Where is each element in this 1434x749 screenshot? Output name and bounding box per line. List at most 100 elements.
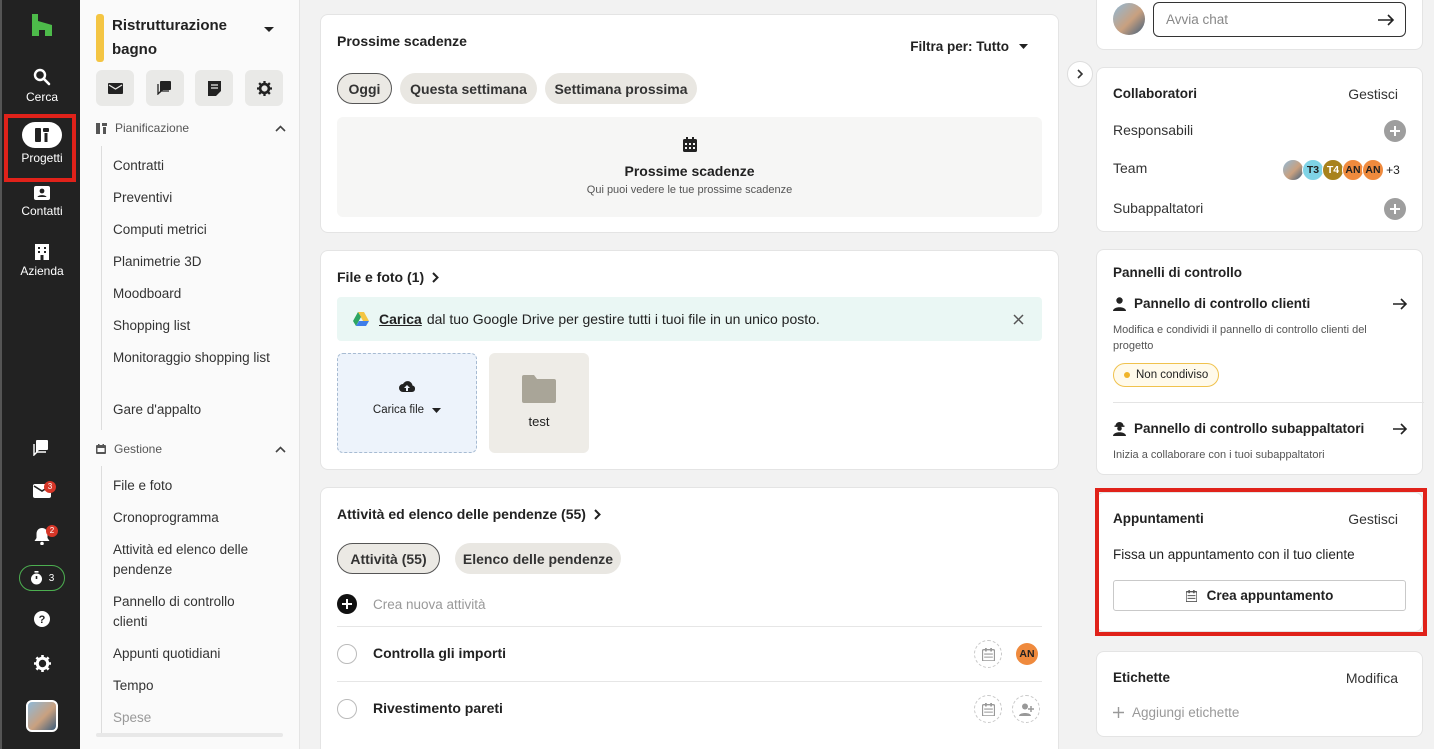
search-icon bbox=[33, 68, 51, 86]
chevron-right-icon bbox=[1077, 69, 1083, 79]
upload-file-tile[interactable]: Carica file bbox=[337, 353, 477, 453]
nav-estimates[interactable]: Preventivi bbox=[102, 188, 172, 208]
nav-shopping-tracking[interactable]: Monitoraggio shopping list bbox=[102, 348, 272, 368]
drive-banner-text: dal tuo Google Drive per gestire tutti i… bbox=[426, 311, 820, 327]
task-row[interactable]: Controlla gli importi AN bbox=[337, 626, 1042, 681]
rail-help[interactable]: ? bbox=[2, 611, 82, 627]
deadlines-empty-state: Prossime scadenze Qui puoi vedere le tue… bbox=[337, 117, 1042, 217]
sub-dashboard-desc: Inizia a collaborare con i tuoi subappal… bbox=[1113, 449, 1325, 461]
sub-dashboard-title: Pannello di controllo subappaltatori bbox=[1134, 421, 1365, 436]
add-circle-icon bbox=[337, 594, 357, 614]
add-labels-text: Aggiungi etichette bbox=[1132, 705, 1240, 720]
client-dashboard-link[interactable]: Pannello di controllo clienti bbox=[1113, 296, 1408, 311]
add-subcontractor-button[interactable] bbox=[1384, 198, 1406, 220]
chip-next-week[interactable]: Settimana prossima bbox=[545, 73, 697, 104]
section-management-header[interactable]: Gestione bbox=[96, 442, 286, 456]
empty-title: Prossime scadenze bbox=[624, 163, 755, 179]
due-date-button[interactable] bbox=[974, 640, 1002, 668]
rail-projects[interactable]: Progetti bbox=[2, 122, 82, 165]
labels-card: Etichette Modifica Aggiungi etichette bbox=[1096, 651, 1423, 737]
assign-user-button[interactable] bbox=[1012, 695, 1040, 723]
project-chat-button[interactable] bbox=[146, 70, 184, 106]
plus-icon bbox=[1390, 204, 1400, 214]
collaborators-manage-link[interactable]: Gestisci bbox=[1348, 86, 1398, 102]
user-avatar[interactable] bbox=[26, 700, 58, 732]
planning-icon bbox=[96, 122, 107, 134]
nav-moodboard[interactable]: Moodboard bbox=[102, 284, 181, 304]
chevron-up-icon[interactable] bbox=[275, 445, 286, 453]
team-avatars[interactable]: T3 T4 AN AN +3 bbox=[1282, 159, 1408, 181]
rail-search[interactable]: Cerca bbox=[2, 68, 82, 104]
due-date-button[interactable] bbox=[974, 695, 1002, 723]
nav-takeoffs[interactable]: Computi metrici bbox=[102, 220, 207, 240]
person-icon bbox=[1113, 296, 1126, 311]
collapse-panel-button[interactable] bbox=[1067, 61, 1093, 87]
nav-contracts[interactable]: Contratti bbox=[102, 156, 164, 176]
project-title[interactable]: Ristrutturazione bagno bbox=[112, 14, 262, 62]
folder-tile[interactable]: test bbox=[489, 353, 589, 453]
nav-shopping-list[interactable]: Shopping list bbox=[102, 316, 190, 336]
rail-contacts[interactable]: Contatti bbox=[2, 186, 82, 218]
assignee-avatar[interactable]: AN bbox=[1016, 643, 1038, 665]
sub-dashboard-link[interactable]: Pannello di controllo subappaltatori bbox=[1113, 421, 1408, 436]
nav-client-dashboard[interactable]: Pannello di controllo clienti bbox=[102, 592, 262, 632]
chevron-up-icon[interactable] bbox=[275, 124, 286, 132]
gear-icon bbox=[256, 80, 272, 96]
section-planning-header[interactable]: Pianificazione bbox=[96, 121, 286, 135]
labels-edit-link[interactable]: Modifica bbox=[1346, 670, 1398, 686]
chat-input[interactable]: Avvia chat bbox=[1153, 2, 1406, 37]
nav-time[interactable]: Tempo bbox=[102, 676, 154, 696]
rail-messages[interactable] bbox=[2, 440, 82, 456]
rail-company[interactable]: Azienda bbox=[2, 244, 82, 278]
tasks-header[interactable]: Attività ed elenco delle pendenze (55) bbox=[337, 506, 601, 522]
nav-tasks-punchlist[interactable]: Attività ed elenco delle pendenze bbox=[102, 540, 272, 580]
files-header[interactable]: File e foto (1) bbox=[337, 269, 440, 285]
project-notes-button[interactable] bbox=[195, 70, 233, 106]
chevron-down-icon[interactable] bbox=[263, 26, 275, 34]
create-appointment-label: Crea appuntamento bbox=[1206, 588, 1334, 603]
drive-upload-link[interactable]: Carica bbox=[379, 311, 422, 327]
task-checkbox[interactable] bbox=[337, 699, 357, 719]
drive-banner: Carica dal tuo Google Drive per gestire … bbox=[337, 297, 1042, 341]
arrow-right-icon[interactable] bbox=[1378, 14, 1395, 26]
help-icon: ? bbox=[34, 611, 50, 627]
add-labels-button[interactable]: Aggiungi etichette bbox=[1113, 705, 1239, 720]
project-settings-button[interactable] bbox=[245, 70, 283, 106]
nav-daily-logs[interactable]: Appunti quotidiani bbox=[102, 644, 220, 664]
task-row[interactable]: Rivestimento pareti bbox=[337, 681, 1042, 736]
nav-expenses[interactable]: Spese bbox=[102, 708, 151, 728]
rail-projects-label: Progetti bbox=[21, 151, 63, 165]
chip-today[interactable]: Oggi bbox=[337, 73, 392, 104]
rail-inbox[interactable]: 3 bbox=[2, 481, 82, 498]
houzz-logo[interactable] bbox=[32, 14, 52, 36]
task-checkbox[interactable] bbox=[337, 644, 357, 664]
nav-schedule[interactable]: Cronoprogramma bbox=[102, 508, 219, 528]
rail-notifications[interactable]: 2 bbox=[2, 525, 82, 545]
timer-button[interactable]: 3 bbox=[19, 565, 65, 591]
create-appointment-button[interactable]: Crea appuntamento bbox=[1113, 580, 1406, 611]
nav-bids[interactable]: Gare d'appalto bbox=[102, 400, 201, 420]
sidebar-scroll-fade bbox=[96, 733, 283, 737]
inbox-badge: 3 bbox=[44, 481, 56, 493]
rail-settings[interactable] bbox=[2, 655, 82, 672]
close-icon[interactable] bbox=[1013, 313, 1024, 325]
tab-punchlist[interactable]: Elenco delle pendenze bbox=[455, 543, 621, 574]
nav-3d-floorplans[interactable]: Planimetrie 3D bbox=[102, 252, 202, 272]
appointments-manage-link[interactable]: Gestisci bbox=[1348, 511, 1398, 527]
gear-icon bbox=[33, 655, 51, 672]
section-planning-label: Pianificazione bbox=[115, 121, 190, 135]
cloud-upload-icon bbox=[399, 381, 416, 392]
tab-tasks[interactable]: Attività (55) bbox=[337, 543, 440, 574]
project-mail-button[interactable] bbox=[96, 70, 134, 106]
main-content: Prossime scadenze Filtra per: Tutto Oggi… bbox=[300, 0, 1080, 749]
add-responsible-button[interactable] bbox=[1384, 120, 1406, 142]
rail-search-label: Cerca bbox=[25, 90, 58, 104]
deadlines-filter[interactable]: Filtra per: Tutto bbox=[910, 39, 1028, 54]
new-task-row[interactable]: Crea nuova attività bbox=[337, 594, 486, 614]
nav-files-photos[interactable]: File e foto bbox=[102, 476, 172, 496]
add-person-icon bbox=[1018, 703, 1034, 716]
dashboards-card: Pannelli di controllo Pannello di contro… bbox=[1096, 249, 1424, 475]
chip-this-week[interactable]: Questa settimana bbox=[400, 73, 537, 104]
svg-text:?: ? bbox=[39, 614, 46, 626]
calendar-icon bbox=[981, 702, 995, 716]
